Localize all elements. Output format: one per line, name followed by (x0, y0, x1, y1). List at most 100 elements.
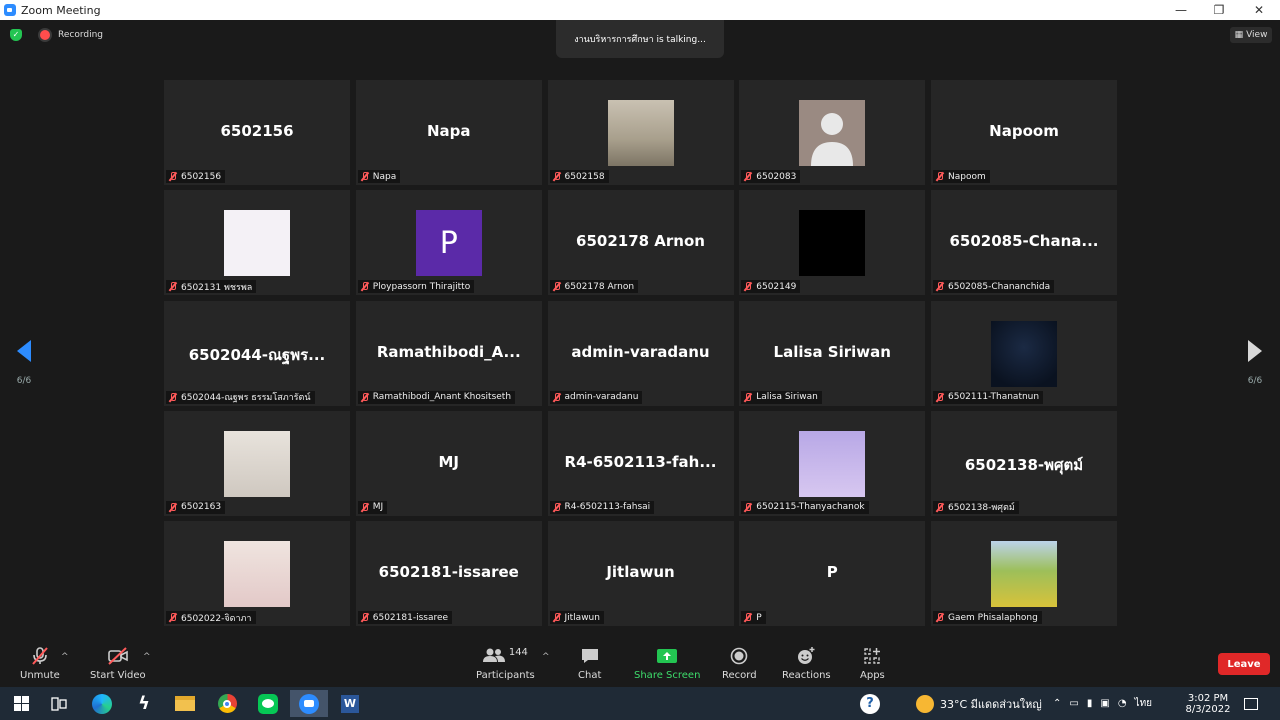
participant-tile[interactable]: 6502158 (547, 80, 734, 185)
taskbar-zoom-button[interactable] (290, 690, 328, 717)
video-options-caret-icon[interactable]: ^ (143, 652, 151, 662)
encryption-shield-icon[interactable]: ✓ (10, 29, 22, 41)
zoom-icon (299, 693, 319, 714)
participant-tile[interactable]: Gaem Phisalaphong (931, 521, 1117, 626)
close-button[interactable]: ✕ (1240, 0, 1278, 20)
participant-name-label: MJ (357, 500, 388, 514)
recording-icon (40, 30, 50, 40)
unmute-button[interactable]: Unmute (20, 646, 60, 681)
taskbar-word-button[interactable]: W (331, 690, 369, 717)
participants-label: Participants (476, 670, 535, 681)
participant-name: Gaem Phisalaphong (948, 612, 1038, 623)
participant-name: 6502158 (564, 171, 605, 182)
weather-widget[interactable]: 33°C มีแดดส่วนใหญ่ (916, 687, 1042, 720)
taskbar-line-button[interactable] (249, 690, 287, 717)
participant-photo (799, 430, 866, 497)
chevron-up-icon[interactable]: ⌃ (1053, 698, 1061, 709)
apps-button[interactable]: Apps (860, 646, 885, 681)
clock[interactable]: 3:02 PM 8/3/2022 (1180, 687, 1236, 720)
clock-time: 3:02 PM (1187, 692, 1229, 704)
participant-tile[interactable]: PP (739, 521, 926, 626)
wifi-icon[interactable]: ◔ (1118, 698, 1127, 709)
participant-tile[interactable]: 6502178 Arnon 6502178 Arnon (547, 190, 734, 296)
chat-button[interactable]: Chat (578, 646, 601, 681)
folder-icon (175, 696, 195, 711)
share-screen-button[interactable]: Share Screen (634, 646, 700, 681)
participant-tile[interactable]: Napoom Napoom (931, 80, 1117, 185)
participant-tile[interactable]: Lalisa Siriwan Lalisa Siriwan (739, 300, 926, 406)
chat-bubble-icon (580, 646, 600, 666)
reactions-button[interactable]: Reactions (782, 646, 831, 681)
muted-microphone-icon (743, 613, 752, 622)
participant-tile[interactable]: Ramathibodi_A... Ramathibodi_Anant Khosit… (355, 300, 542, 406)
taskbar-explorer-button[interactable] (166, 690, 204, 717)
next-page-button[interactable]: 6/6 (1245, 340, 1265, 386)
participant-name-label: admin-varadanu (549, 390, 643, 404)
minimize-button[interactable]: — (1162, 0, 1200, 20)
participant-tile[interactable]: 6502156 6502156 (164, 80, 350, 185)
participant-tile[interactable]: 6502149 (739, 190, 926, 296)
participant-tile[interactable]: admin-varadanu admin-varadanu (547, 300, 734, 406)
participant-display-name: P (826, 563, 838, 581)
taskbar-chrome-button[interactable] (208, 690, 246, 717)
participant-tile[interactable]: 6502115-Thanyachanok (739, 410, 926, 516)
participant-tile[interactable]: 6502181-issaree 6502181-issaree (355, 521, 542, 626)
participant-name-label: 6502083 (741, 170, 801, 183)
participant-tile[interactable]: P Ploypassorn Thirajitto (355, 190, 542, 296)
participant-tile[interactable]: 6502044-ณฐพร... 6502044-ณฐพร ธรรมโสภารัตน… (164, 300, 350, 406)
display-icon[interactable]: ▣ (1100, 698, 1109, 709)
maximize-button[interactable]: ❐ (1200, 0, 1238, 20)
record-button[interactable]: Record (722, 646, 757, 681)
muted-microphone-icon (935, 392, 944, 402)
start-video-button[interactable]: Start Video (90, 646, 146, 681)
taskbar-app-button[interactable]: ϟ (125, 690, 163, 717)
participant-tile[interactable]: 6502138-พศุตม์ 6502138-พศุตม์ (931, 410, 1117, 516)
page-indicator-left: 6/6 (16, 376, 32, 386)
participants-caret-icon[interactable]: ^ (542, 652, 550, 662)
participant-tile[interactable]: 6502131 พชรพล (164, 190, 350, 296)
notification-center-button[interactable] (1244, 687, 1258, 720)
participant-tile[interactable]: 6502085-Chana... 6502085-Chananchida (931, 190, 1117, 296)
grid-icon: ▦ (1234, 30, 1244, 40)
recording-label: Recording (58, 30, 104, 40)
mic-tray-icon[interactable]: ▮ (1087, 698, 1093, 709)
windows-start-button[interactable] (2, 690, 40, 717)
network-icon[interactable]: ▭ (1069, 698, 1078, 709)
view-button[interactable]: ▦ View (1230, 27, 1272, 43)
participant-tile[interactable]: MJ MJ (355, 410, 542, 516)
participant-tile[interactable]: R4-6502113-fah... R4-6502113-fahsai (547, 410, 734, 516)
participant-tile[interactable]: 6502111-Thanatnun (931, 300, 1117, 406)
taskbar-edge-button[interactable] (83, 690, 121, 717)
participant-tile[interactable]: Napa Napa (355, 80, 542, 185)
help-tray-icon[interactable]: ? (860, 687, 880, 720)
participant-tile[interactable]: 6502163 (164, 410, 350, 516)
record-icon (730, 646, 748, 666)
leave-button[interactable]: Leave (1218, 653, 1270, 675)
participants-button[interactable]: 144 Participants (476, 646, 535, 682)
participant-tile[interactable]: Jitlawun Jitlawun (547, 521, 734, 626)
apps-label: Apps (860, 670, 885, 681)
participant-display-name: 6502178 Arnon (576, 232, 705, 251)
participant-name-label: 6502138-พศุตม์ (933, 500, 1019, 514)
start-video-label: Start Video (90, 670, 146, 681)
muted-microphone-icon (743, 392, 752, 402)
active-speaker-banner: งานบริหารการศึกษา is talking... (556, 20, 724, 58)
chrome-icon (217, 694, 237, 713)
participant-photo (799, 100, 866, 166)
share-screen-label: Share Screen (634, 670, 701, 681)
participant-display-name: 6502156 (220, 122, 294, 140)
participant-display-name: Napa (426, 122, 471, 140)
participant-name-label: 6502131 พชรพล (166, 280, 257, 294)
muted-microphone-icon (360, 502, 369, 512)
participant-photo (607, 100, 674, 166)
task-view-icon (51, 696, 67, 711)
previous-page-button[interactable]: 6/6 (14, 340, 34, 386)
language-indicator[interactable]: ไทย (1135, 696, 1152, 711)
audio-options-caret-icon[interactable]: ^ (61, 652, 69, 662)
participant-tile[interactable]: 6502083 (739, 80, 926, 185)
apps-grid-icon (863, 646, 881, 666)
task-view-button[interactable] (40, 690, 78, 717)
participant-name-label: Napoom (933, 170, 990, 183)
muted-microphone-icon (168, 392, 177, 402)
participant-tile[interactable]: 6502022-จิดาภา (164, 521, 350, 626)
